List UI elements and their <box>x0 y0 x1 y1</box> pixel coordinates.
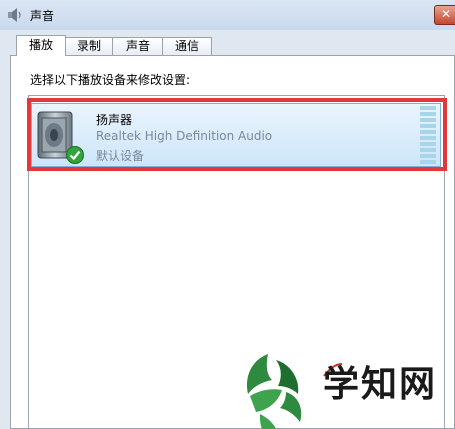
close-button[interactable]: ✕ <box>434 5 455 25</box>
instruction-text: 选择以下播放设备来修改设置: <box>30 73 191 87</box>
tab-sounds[interactable]: 声音 <box>112 37 164 55</box>
tab-label: 声音 <box>125 39 150 53</box>
title-bar: 声音 ✕ <box>0 0 455 30</box>
close-icon: ✕ <box>441 7 452 21</box>
tab-playback[interactable]: 播放 <box>16 35 66 56</box>
tab-communications[interactable]: 通信 <box>162 37 212 55</box>
tab-label: 播放 <box>28 38 53 52</box>
tab-label: 录制 <box>76 39 101 53</box>
tab-label: 通信 <box>174 39 199 53</box>
speaker-app-icon <box>8 8 21 22</box>
watermark-text: 学知网 <box>323 363 438 405</box>
window-title: 声音 <box>30 9 55 23</box>
tab-recording[interactable]: 录制 <box>64 37 114 55</box>
red-highlight-annotation <box>27 98 447 171</box>
